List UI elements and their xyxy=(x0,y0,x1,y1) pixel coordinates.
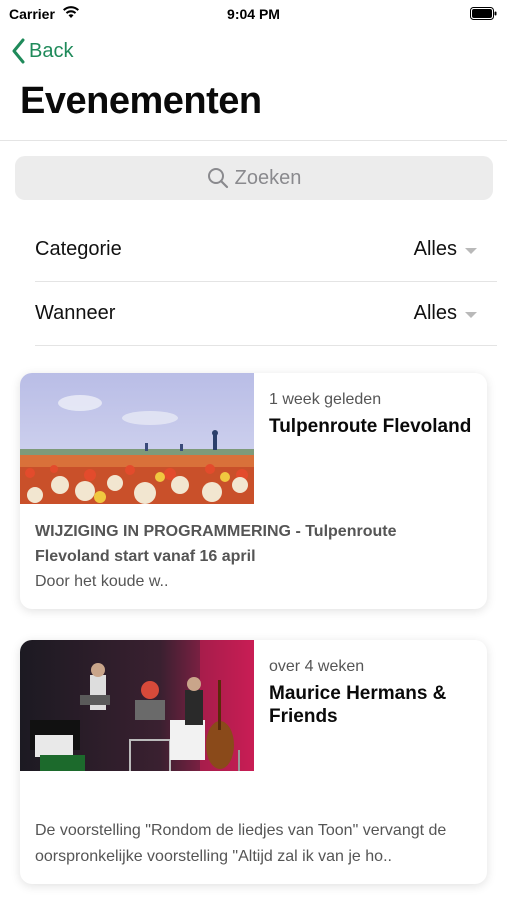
event-body: WIJZIGING IN PROGRAMMERING - Tulpenroute… xyxy=(35,519,475,595)
event-image-tulips xyxy=(20,373,254,504)
event-body: De voorstelling "Rondom de liedjes van T… xyxy=(35,818,475,870)
event-excerpt: Door het koude w.. xyxy=(35,573,169,590)
clock: 9:04 PM xyxy=(227,6,280,22)
search-placeholder: Zoeken xyxy=(234,166,302,189)
event-title: Maurice Hermans & Friends xyxy=(269,683,447,727)
filter-category-label: Categorie xyxy=(35,238,122,260)
event-meta: 1 week geleden Tulpenroute Flevoland xyxy=(269,391,479,438)
event-card-maurice-hermans[interactable]: over 4 weken Maurice Hermans & Friends D… xyxy=(20,640,487,884)
event-headline: WIJZIGING IN PROGRAMMERING - Tulpenroute… xyxy=(35,523,397,565)
filter-when-value: Alles xyxy=(413,302,457,324)
event-time: 1 week geleden xyxy=(269,391,382,408)
event-meta: over 4 weken Maurice Hermans & Friends xyxy=(269,658,479,728)
event-title: Tulpenroute Flevoland xyxy=(269,416,472,437)
filter-category-value: Alles xyxy=(413,238,457,260)
caret-down-icon xyxy=(465,311,477,318)
back-button[interactable]: Back xyxy=(11,38,73,64)
battery-icon xyxy=(470,7,497,20)
filter-category[interactable]: Categorie Alles xyxy=(35,218,497,282)
event-time: over 4 weken xyxy=(269,658,365,675)
filter-when-label: Wanneer xyxy=(35,302,116,324)
search-icon xyxy=(207,168,228,189)
filter-when-dropdown[interactable]: Alles xyxy=(414,302,497,325)
filter-when[interactable]: Wanneer Alles xyxy=(35,282,497,346)
back-label: Back xyxy=(29,39,74,62)
caret-down-icon xyxy=(465,247,477,254)
event-excerpt: De voorstelling "Rondom de liedjes van T… xyxy=(35,822,447,865)
chevron-left-icon xyxy=(12,38,25,64)
search-input[interactable]: Zoeken xyxy=(15,156,493,200)
header-divider xyxy=(0,140,507,141)
event-card-tulpenroute[interactable]: 1 week geleden Tulpenroute Flevoland WIJ… xyxy=(20,373,487,609)
filter-category-dropdown[interactable]: Alles xyxy=(414,238,497,261)
event-image-band xyxy=(20,640,254,771)
status-bar: Carrier 9:04 PM xyxy=(0,0,507,30)
page-title: Evenementen xyxy=(20,80,262,122)
